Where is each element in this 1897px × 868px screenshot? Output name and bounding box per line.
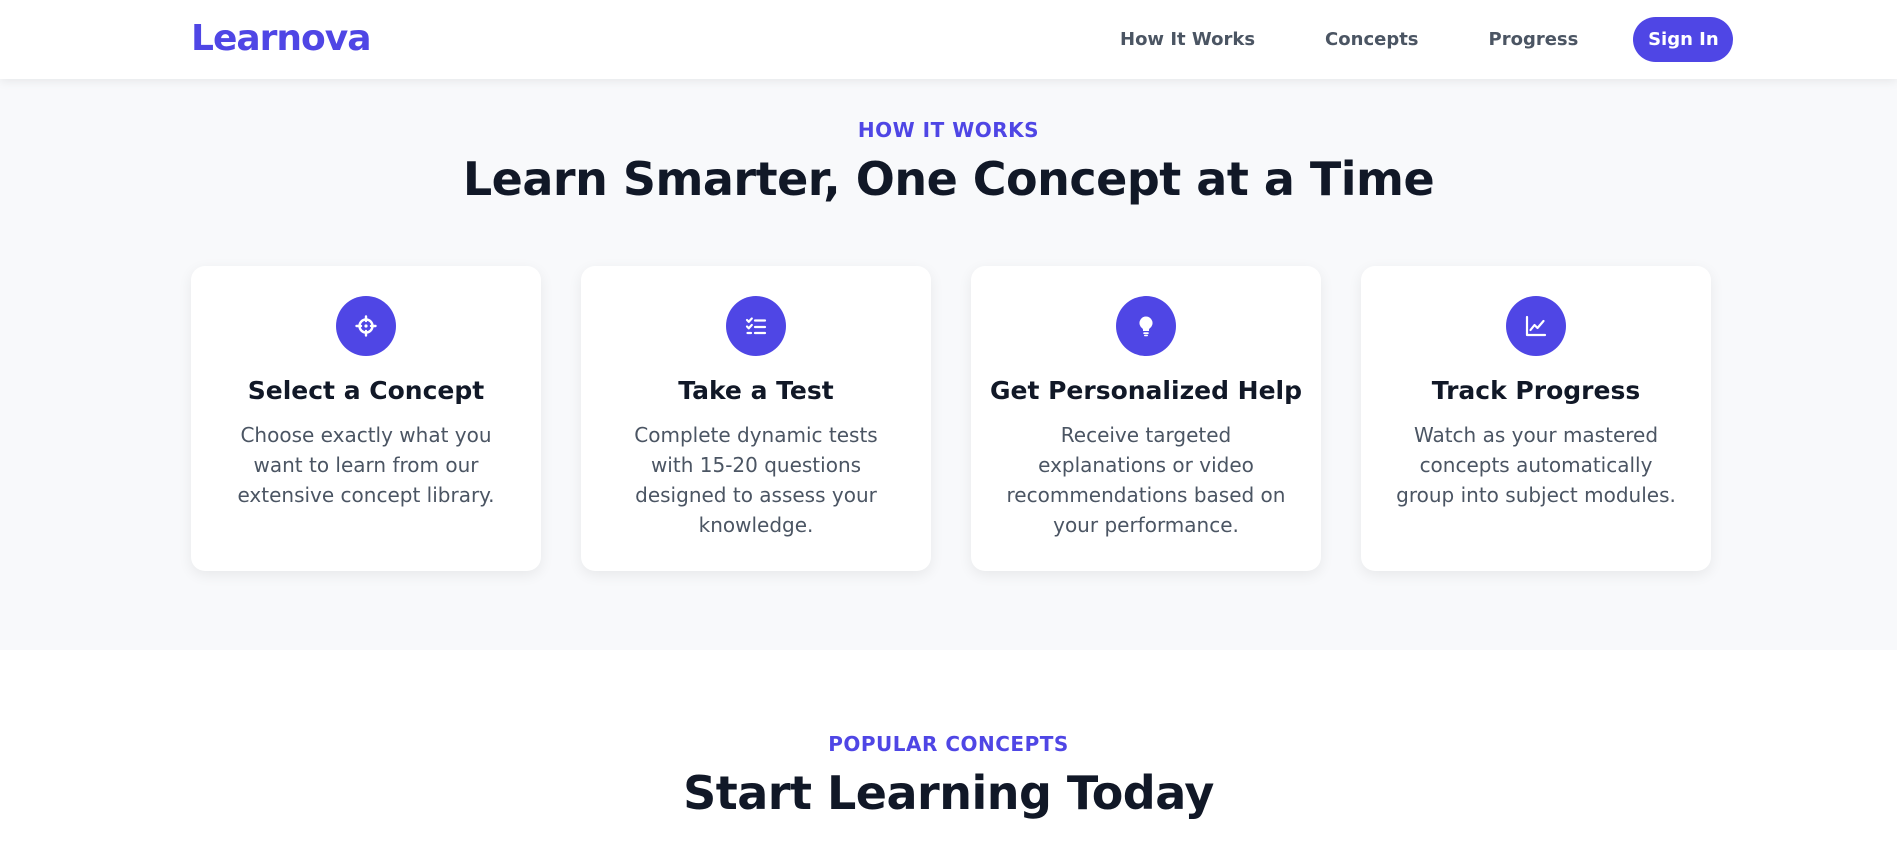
nav-links: How It Works Concepts Progress Sign In bbox=[1120, 17, 1734, 62]
card-description: Watch as your mastered concepts automati… bbox=[1396, 423, 1676, 507]
lightbulb-icon bbox=[1116, 296, 1176, 356]
steps-cards: Select a Concept Choose exactly what you… bbox=[191, 266, 1711, 571]
checklist-icon bbox=[726, 296, 786, 356]
popular-concepts-section: POPULAR CONCEPTS Start Learning Today bbox=[0, 650, 1897, 868]
card-description: Receive targeted explanations or video r… bbox=[1006, 423, 1286, 537]
card-title: Track Progress bbox=[1431, 376, 1641, 405]
card-title: Get Personalized Help bbox=[989, 376, 1303, 405]
card-title: Select a Concept bbox=[247, 376, 485, 405]
nav-link-how-it-works[interactable]: How It Works bbox=[1120, 29, 1255, 50]
navbar: Learnova How It Works Concepts Progress … bbox=[0, 0, 1897, 79]
section-title: Start Learning Today bbox=[683, 766, 1214, 820]
step-card-select-concept: Select a Concept Choose exactly what you… bbox=[191, 266, 541, 571]
line-chart-icon bbox=[1506, 296, 1566, 356]
logo[interactable]: Learnova bbox=[191, 18, 372, 60]
section-title: Learn Smarter, One Concept at a Time bbox=[462, 152, 1435, 206]
nav-link-concepts[interactable]: Concepts bbox=[1325, 29, 1418, 50]
section-eyebrow: HOW IT WORKS bbox=[857, 118, 1040, 142]
card-description: Choose exactly what you want to learn fr… bbox=[237, 423, 495, 507]
card-description: Complete dynamic tests with 15-20 questi… bbox=[634, 423, 878, 537]
step-card-track-progress: Track Progress Watch as your mastered co… bbox=[1361, 266, 1711, 571]
step-card-take-test: Take a Test Complete dynamic tests with … bbox=[581, 266, 931, 571]
section-eyebrow: POPULAR CONCEPTS bbox=[828, 732, 1069, 756]
step-card-personalized-help: Get Personalized Help Receive targeted e… bbox=[971, 266, 1321, 571]
crosshair-icon bbox=[336, 296, 396, 356]
nav-link-progress[interactable]: Progress bbox=[1489, 29, 1579, 50]
card-title: Take a Test bbox=[678, 376, 834, 405]
how-it-works-section: HOW IT WORKS Learn Smarter, One Concept … bbox=[0, 79, 1897, 650]
sign-in-button[interactable]: Sign In bbox=[1633, 17, 1734, 62]
